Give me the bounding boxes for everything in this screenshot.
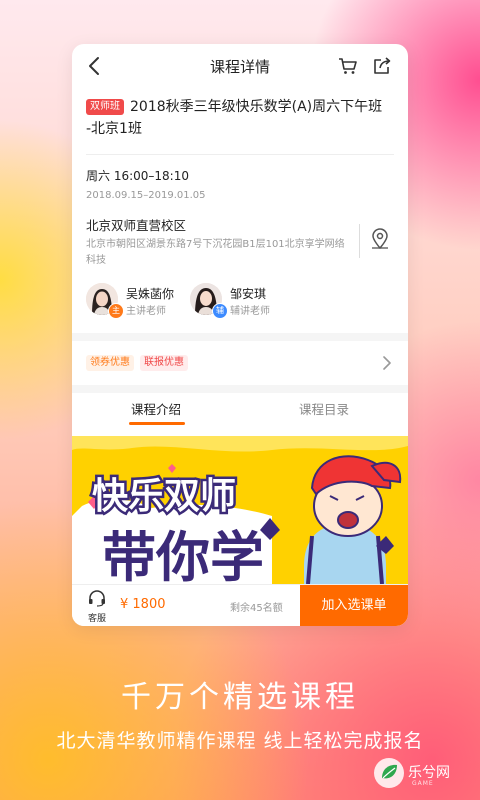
bundle-discount-tag: 联报优惠 bbox=[140, 355, 188, 371]
teacher-name: 吴姝菡你 bbox=[126, 287, 175, 301]
course-intro-banner: 快乐双师 带你学 bbox=[72, 436, 408, 584]
schedule-section: 周六 16:00–18:10 2018.09.15–2019.01.05 bbox=[72, 155, 408, 201]
location-pin-icon[interactable] bbox=[370, 228, 390, 250]
customer-service-button[interactable]: 客服 bbox=[84, 589, 110, 624]
banner-line1: 快乐双师 bbox=[92, 476, 236, 517]
promotions-row[interactable]: 领券优惠 联报优惠 bbox=[72, 341, 408, 385]
tab-bar: 课程介绍 课程目录 bbox=[72, 393, 408, 425]
coupon-tag: 领券优惠 bbox=[86, 355, 134, 371]
chevron-right-icon bbox=[383, 356, 391, 370]
marketing-subtitle: 北大清华教师精作课程 线上轻松完成报名 bbox=[56, 730, 424, 752]
teacher-assistant[interactable]: 辅 邹安琪 辅讲老师 bbox=[190, 283, 300, 319]
course-dates: 2018.09.15–2019.01.05 bbox=[86, 190, 206, 201]
teacher-name: 邹安琪 bbox=[230, 287, 267, 301]
campus-section[interactable]: 北京双师直营校区 北京市朝阳区湖景东路7号下沉花园B1层101北京享学网络科技 bbox=[72, 201, 408, 269]
class-time: 周六 16:00–18:10 bbox=[86, 169, 189, 183]
location-divider bbox=[359, 224, 360, 258]
tab-course-intro[interactable]: 课程介绍 bbox=[72, 399, 240, 418]
headset-icon bbox=[89, 590, 105, 607]
watermark-text: 乐兮网 bbox=[408, 765, 450, 781]
tab-course-catalog[interactable]: 课程目录 bbox=[240, 399, 408, 418]
active-tab-indicator bbox=[129, 422, 185, 425]
share-icon[interactable] bbox=[372, 56, 392, 76]
price: ¥ 1800 bbox=[120, 597, 166, 612]
teachers-section: 主 吴姝菡你 主讲老师 辅 邹安琪 辅讲老师 bbox=[72, 283, 408, 333]
banner-illustration: 快乐双师 带你学 bbox=[72, 436, 408, 584]
banner-line2: 带你学 bbox=[102, 526, 264, 584]
course-detail-card: 课程详情 双师班 2018秋季三年级快乐数学(A)周六下午班 -北京1班 周六 1… bbox=[72, 44, 408, 626]
remaining-seats: 剩余45名额 bbox=[230, 603, 283, 614]
bottom-action-bar: 客服 ¥ 1800 剩余45名额 加入选课单 bbox=[72, 584, 408, 626]
course-title-line1: 2018秋季三年级快乐数学(A)周六下午班 bbox=[130, 99, 383, 115]
top-nav-bar: 课程详情 bbox=[72, 44, 408, 88]
campus-name: 北京双师直营校区 bbox=[86, 218, 187, 233]
lead-teacher-badge: 主 bbox=[108, 303, 124, 319]
course-title: 双师班 2018秋季三年级快乐数学(A)周六下午班 bbox=[86, 96, 394, 118]
course-title-section: 双师班 2018秋季三年级快乐数学(A)周六下午班 -北京1班 bbox=[72, 88, 408, 140]
section-gap bbox=[72, 333, 408, 341]
cart-icon[interactable] bbox=[338, 56, 358, 76]
watermark-subtext: GAME bbox=[412, 780, 434, 787]
marketing-title: 千万个精选课程 bbox=[121, 680, 359, 715]
assistant-teacher-badge: 辅 bbox=[212, 303, 228, 319]
teacher-role: 主讲老师 bbox=[126, 306, 166, 317]
service-label: 客服 bbox=[87, 614, 106, 624]
leaf-logo-icon bbox=[374, 758, 404, 788]
section-gap bbox=[72, 385, 408, 393]
watermark-logo: 乐兮网 GAME bbox=[372, 756, 468, 790]
teacher-main[interactable]: 主 吴姝菡你 主讲老师 bbox=[86, 283, 196, 319]
teacher-role: 辅讲老师 bbox=[230, 306, 270, 317]
campus-address: 北京市朝阳区湖景东路7号下沉花园B1层101北京享学网络科技 bbox=[86, 239, 345, 266]
class-type-badge: 双师班 bbox=[86, 99, 124, 115]
add-to-cart-button[interactable]: 加入选课单 bbox=[300, 585, 408, 626]
course-title-line2: -北京1班 bbox=[86, 121, 142, 137]
